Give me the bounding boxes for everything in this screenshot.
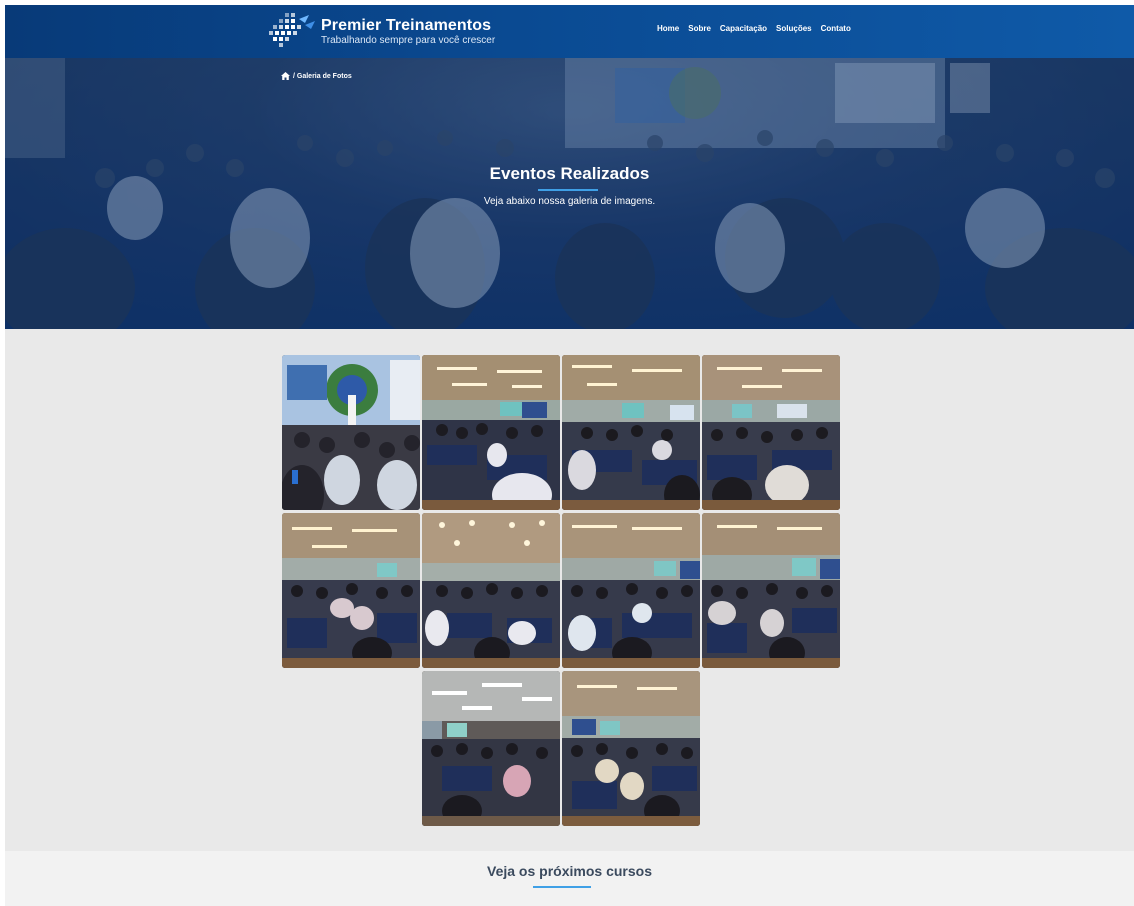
- page: Premier Treinamentos Trabalhando sempre …: [5, 5, 1134, 906]
- gallery-photo-2[interactable]: [422, 355, 560, 510]
- gallery-photo-4[interactable]: [702, 355, 840, 510]
- brand-logo[interactable]: Premier Treinamentos Trabalhando sempre …: [265, 11, 495, 51]
- hero-title: Eventos Realizados: [489, 164, 650, 183]
- next-courses-underline: [533, 886, 591, 888]
- nav-contato[interactable]: Contato: [821, 24, 851, 33]
- breadcrumb-current: / Galeria de Fotos: [293, 72, 352, 80]
- logo-mark-icon: [269, 13, 315, 47]
- next-courses-section: Veja os próximos cursos: [5, 851, 1134, 906]
- site-header: Premier Treinamentos Trabalhando sempre …: [5, 5, 1134, 58]
- nav-solucoes[interactable]: Soluções: [776, 24, 812, 33]
- brand-tagline: Trabalhando sempre para você crescer: [321, 34, 496, 46]
- gallery-photo-6[interactable]: [422, 513, 560, 668]
- next-courses-title: Veja os próximos cursos: [487, 863, 652, 879]
- main-nav: Home Sobre Capacitação Soluções Contato: [657, 24, 851, 33]
- nav-capacitacao[interactable]: Capacitação: [720, 24, 767, 33]
- gallery-photo-7[interactable]: [562, 513, 700, 668]
- hero-subtitle: Veja abaixo nossa galeria de imagens.: [483, 196, 656, 207]
- hero-background-image: [5, 58, 1134, 329]
- breadcrumb: / Galeria de Fotos: [281, 72, 352, 80]
- nav-sobre[interactable]: Sobre: [688, 24, 711, 33]
- hero-banner: / Galeria de Fotos Eventos Realizados Ve…: [5, 58, 1134, 329]
- gallery-photo-9[interactable]: [422, 671, 560, 826]
- gallery-photo-1[interactable]: [282, 355, 420, 510]
- home-icon[interactable]: [281, 72, 290, 80]
- gallery-photo-3[interactable]: [562, 355, 700, 510]
- brand-title: Premier Treinamentos: [321, 16, 492, 34]
- hero-title-underline: [538, 189, 598, 191]
- gallery-photo-10[interactable]: [562, 671, 700, 826]
- gallery-photo-5[interactable]: [282, 513, 420, 668]
- nav-home[interactable]: Home: [657, 24, 679, 33]
- gallery-photo-8[interactable]: [702, 513, 840, 668]
